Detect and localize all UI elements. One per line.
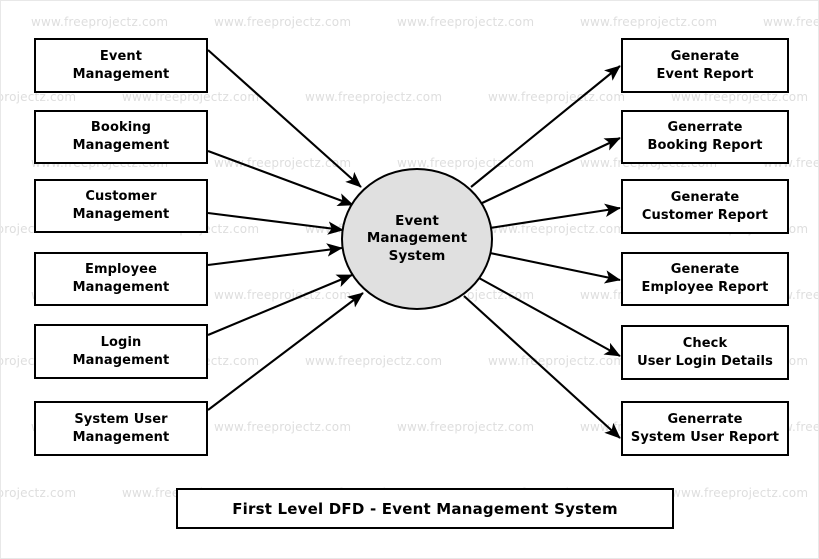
diagram-caption: First Level DFD - Event Management Syste…	[176, 488, 674, 529]
watermark-text: www.freeprojectz.com	[214, 420, 352, 434]
flow-generate-system-user-report-out	[463, 295, 621, 439]
watermark-text: www.freeprojectz.com	[305, 354, 443, 368]
watermark-text: www.freeprojectz.com	[488, 222, 626, 236]
watermark-text: www.freeprojectz.com	[1, 486, 77, 500]
entity-system-user-management[interactable]: System User Management	[34, 401, 208, 456]
entity-booking-management[interactable]: Booking Management	[34, 110, 208, 164]
flow-check-user-login-details-out	[478, 277, 621, 357]
flow-generate-employee-report-out	[489, 251, 621, 284]
entity-generate-event-report-label: Generate Event Report	[656, 48, 754, 82]
entity-generate-booking-report-label: Generrate Booking Report	[647, 120, 763, 153]
watermark-text: www.freeprojectz.com	[305, 90, 443, 104]
entity-login-management-label: Login Management	[72, 334, 170, 368]
entity-generate-customer-report[interactable]: Generate Customer Report	[621, 179, 789, 234]
watermark-text: www.freeprojectz.com	[214, 156, 352, 170]
flow-system-user-management-in	[207, 292, 364, 411]
entity-customer-management-label: Customer Management	[72, 189, 170, 222]
entity-generate-booking-report[interactable]: Generrate Booking Report	[621, 110, 789, 164]
watermark-text: www.freeprojectz.com	[671, 486, 809, 500]
entity-generate-system-user-report[interactable]: Generrate System User Report	[621, 401, 789, 456]
watermark-text: www.freeprojectz.com	[214, 15, 352, 29]
dfd-diagram-canvas: www.freeprojectz.com www.freeprojectz.com…	[0, 0, 819, 559]
flow-generate-booking-report-out	[479, 137, 621, 205]
entity-customer-management[interactable]: Customer Management	[34, 179, 208, 233]
watermark-text: www.freeprojectz.com	[488, 354, 626, 368]
diagram-caption-label: First Level DFD - Event Management Syste…	[232, 499, 618, 518]
entity-generate-customer-report-label: Generate Customer Report	[641, 189, 769, 223]
watermark-text: www.freeprojectz.com	[580, 15, 718, 29]
entity-event-management-label: Event Management	[72, 48, 170, 82]
flow-event-management-in	[207, 49, 362, 188]
entity-login-management[interactable]: Login Management	[34, 324, 208, 379]
entity-check-user-login-details-label: Check User Login Details	[637, 335, 773, 369]
watermark-text: www.freeprojectz.com	[397, 15, 535, 29]
entity-generate-event-report[interactable]: Generate Event Report	[621, 38, 789, 93]
entity-generate-system-user-report-label: Generrate System User Report	[630, 411, 780, 445]
process-event-management-system-label: Event Management System	[366, 213, 468, 264]
flow-employee-management-in	[207, 243, 343, 267]
entity-event-management[interactable]: Event Management	[34, 38, 208, 93]
watermark-text: www.freeprojectz.com	[488, 90, 626, 104]
entity-booking-management-label: Booking Management	[72, 120, 170, 153]
entity-employee-management-label: Employee Management	[72, 262, 170, 295]
watermark-text: www.freeprojectz.com	[214, 288, 352, 302]
watermark-text: www.freeprojectz.com	[397, 420, 535, 434]
entity-employee-management[interactable]: Employee Management	[34, 252, 208, 306]
watermark-text: www.freeprojectz.com	[763, 15, 818, 29]
entity-check-user-login-details[interactable]: Check User Login Details	[621, 325, 789, 380]
flow-customer-management-in	[207, 211, 344, 235]
flow-generate-customer-report-out	[489, 203, 621, 230]
flow-login-management-in	[207, 274, 353, 336]
entity-generate-employee-report[interactable]: Generate Employee Report	[621, 252, 789, 306]
flow-booking-management-in	[207, 150, 354, 207]
entity-system-user-management-label: System User Management	[72, 411, 170, 445]
process-event-management-system[interactable]: Event Management System	[341, 168, 493, 310]
flow-generate-event-report-out	[470, 65, 621, 188]
watermark-text: www.freeprojectz.com	[31, 15, 169, 29]
entity-generate-employee-report-label: Generate Employee Report	[641, 262, 769, 295]
